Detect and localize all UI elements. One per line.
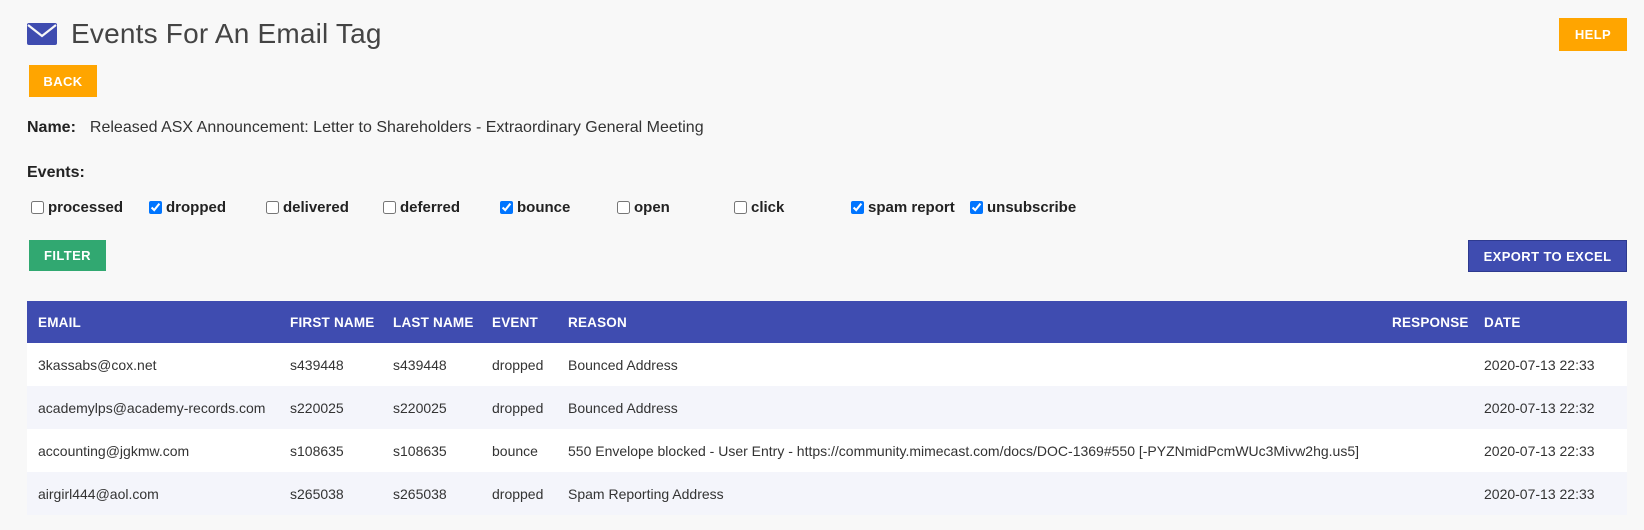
checkbox-bounce[interactable] [500,201,513,214]
column-header-reason[interactable]: REASON [557,301,1381,343]
column-header-email[interactable]: EMAIL [27,301,279,343]
table-row: airgirl444@aol.com s265038 s265038 dropp… [27,472,1627,515]
cell-first-name: s439448 [290,357,344,373]
cell-event: dropped [492,357,544,373]
cell-date: 2020-07-13 22:32 [1484,400,1595,416]
event-option-label: spam report [868,199,955,216]
cell-last-name: s439448 [393,357,447,373]
checkbox-open[interactable] [617,201,630,214]
event-option-deferred[interactable]: deferred [383,199,460,216]
event-option-dropped[interactable]: dropped [149,199,226,216]
column-header-response[interactable]: RESPONSE [1381,301,1473,343]
events-table-container: EMAIL FIRST NAME LAST NAME EVENT REASON … [27,301,1627,515]
name-value: Released ASX Announcement: Letter to Sha… [89,119,704,136]
cell-first-name: s265038 [290,486,344,502]
column-header-last-name[interactable]: LAST NAME [382,301,481,343]
table-row: accounting@jgkmw.com s108635 s108635 bou… [27,429,1627,472]
checkbox-unsubscribe[interactable] [970,201,983,214]
event-option-label: click [751,199,785,216]
envelope-icon [27,23,57,45]
name-label: Name: [27,119,76,136]
back-button[interactable]: BACK [29,65,97,97]
cell-response [1381,429,1473,472]
export-to-excel-button[interactable]: EXPORT TO EXCEL [1468,240,1627,272]
help-button[interactable]: HELP [1559,18,1627,51]
event-option-bounce[interactable]: bounce [500,199,570,216]
column-header-date[interactable]: DATE [1473,301,1627,343]
event-option-open[interactable]: open [617,199,670,216]
event-option-label: delivered [283,199,349,216]
events-label: Events: [27,164,85,181]
event-option-processed[interactable]: processed [31,199,123,216]
column-header-event[interactable]: EVENT [481,301,557,343]
cell-first-name: s220025 [290,400,344,416]
cell-event: bounce [492,443,538,459]
cell-last-name: s265038 [393,486,447,502]
cell-event: dropped [492,486,544,502]
page-title: Events For An Email Tag [71,18,382,49]
event-option-click[interactable]: click [734,199,784,216]
cell-email: airgirl444@aol.com [38,486,159,502]
events-table: EMAIL FIRST NAME LAST NAME EVENT REASON … [27,301,1627,515]
column-header-first-name[interactable]: FIRST NAME [279,301,382,343]
cell-email: 3kassabs@cox.net [38,357,157,373]
cell-response [1381,386,1473,429]
cell-event: dropped [492,400,544,416]
checkbox-dropped[interactable] [149,201,162,214]
table-row: academylps@academy-records.com s220025 s… [27,386,1627,429]
page: Events For An Email Tag HELP BACK Name: … [0,0,1644,530]
cell-response [1381,472,1473,515]
cell-reason: Bounced Address [568,357,678,373]
cell-date: 2020-07-13 22:33 [1484,486,1595,502]
title-row: Events For An Email Tag [27,18,382,50]
cell-reason: Spam Reporting Address [568,486,724,502]
filter-button[interactable]: FILTER [29,240,106,271]
cell-first-name: s108635 [290,443,344,459]
event-option-spam-report[interactable]: spam report [851,199,955,216]
event-option-label: unsubscribe [987,199,1077,216]
event-option-delivered[interactable]: delivered [266,199,349,216]
table-row: 3kassabs@cox.net s439448 s439448 dropped… [27,343,1627,386]
checkbox-click[interactable] [734,201,747,214]
name-row: Name: Released ASX Announcement: Letter … [27,119,704,137]
event-option-label: processed [48,199,124,216]
table-header-row: EMAIL FIRST NAME LAST NAME EVENT REASON … [27,301,1627,343]
checkbox-deferred[interactable] [383,201,396,214]
cell-response [1381,343,1473,386]
cell-last-name: s108635 [393,443,447,459]
cell-date: 2020-07-13 22:33 [1484,357,1595,373]
cell-reason: 550 Envelope blocked - User Entry - http… [568,443,1360,459]
checkbox-spam-report[interactable] [851,201,864,214]
cell-email: accounting@jgkmw.com [38,443,190,459]
cell-reason: Bounced Address [568,400,678,416]
event-option-unsubscribe[interactable]: unsubscribe [970,199,1076,216]
event-option-label: deferred [400,199,461,216]
event-option-label: bounce [517,199,571,216]
cell-email: academylps@academy-records.com [38,400,266,416]
checkbox-processed[interactable] [31,201,44,214]
checkbox-delivered[interactable] [266,201,279,214]
cell-last-name: s220025 [393,400,447,416]
cell-date: 2020-07-13 22:33 [1484,443,1595,459]
event-option-label: dropped [166,199,226,216]
event-option-label: open [634,199,670,216]
